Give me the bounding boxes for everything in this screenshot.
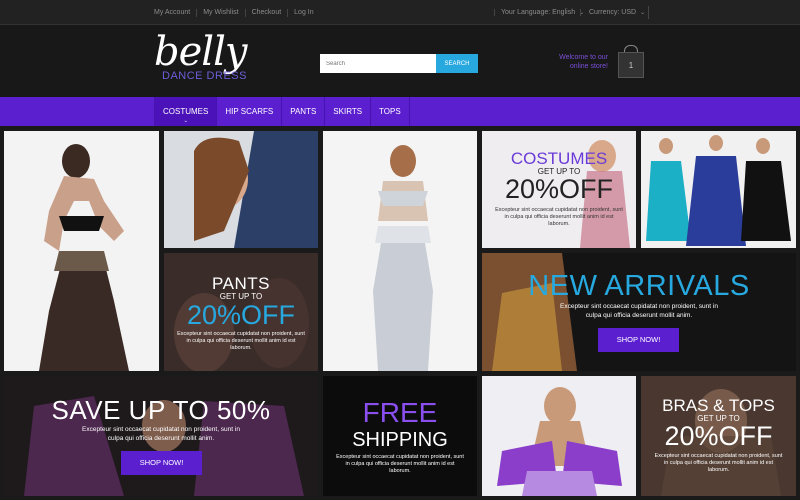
fringe-dresses-image <box>641 131 796 248</box>
banner-scarf-woman[interactable] <box>164 131 318 248</box>
scarf-woman-image <box>164 131 318 248</box>
bras-tops-discount: 20%OFF <box>664 421 773 451</box>
banner-purple-outfit[interactable] <box>482 376 636 496</box>
banner-dancer-white[interactable] <box>323 131 477 371</box>
nav-item-label: COSTUMES <box>163 107 209 116</box>
my-account-link[interactable]: My Account <box>154 9 198 17</box>
free-title: FREE <box>362 397 438 428</box>
pants-discount: 20%OFF <box>186 300 296 330</box>
currency-label: Currency: USD <box>589 9 637 16</box>
costumes-discount: 20%OFF <box>504 174 614 204</box>
my-wishlist-link[interactable]: My Wishlist <box>197 9 246 17</box>
banner-costumes[interactable]: COSTUMES GET UP TO 20%OFF Excepteur sint… <box>482 131 636 248</box>
nav-item-label: TOPS <box>379 107 401 116</box>
banner-pants[interactable]: PANTS GET UP TO 20%OFF Excepteur sint oc… <box>164 253 318 371</box>
logo-subtitle: DANCE DRESS <box>162 70 247 82</box>
account-links: My Account My Wishlist Checkout Log In <box>154 9 320 17</box>
nav-item-tops[interactable]: TOPS <box>370 97 410 126</box>
shipping-title: SHIPPING <box>352 429 448 451</box>
banner-fringe-dresses[interactable] <box>641 131 796 248</box>
banner-bras-tops[interactable]: BRAS & TOPS GET UP TO 20%OFF Excepteur s… <box>641 376 796 496</box>
logo[interactable]: belly DANCE DRESS <box>154 32 264 82</box>
free-shipping-text: Excepteur sint occaecat cupidatat non pr… <box>336 454 464 474</box>
banner-new-arrivals[interactable]: NEW ARRIVALS Excepteur sint occaecat cup… <box>482 253 796 371</box>
nav-item-label: SKIRTS <box>333 107 363 116</box>
logo-script: belly <box>154 29 247 75</box>
nav-item-label: HIP SCARFS <box>225 107 274 116</box>
save-title: SAVE UP TO 50% <box>51 395 271 425</box>
costumes-text: Excepteur sint occaecat cupidatat non pr… <box>495 207 623 227</box>
currency-select[interactable]: Currency: USD ⌄ <box>580 9 645 16</box>
nav-item-pants[interactable]: PANTS <box>281 97 324 126</box>
search-input[interactable] <box>320 54 436 73</box>
bras-tops-title: BRAS & TOPS <box>662 396 775 415</box>
search-button[interactable]: SEARCH <box>436 54 478 73</box>
log-in-link[interactable]: Log In <box>288 9 319 17</box>
banner-dancer-black[interactable] <box>4 131 159 371</box>
nav-item-hip-scarfs[interactable]: HIP SCARFS <box>216 97 281 126</box>
costumes-title: COSTUMES <box>510 149 608 168</box>
checkout-link[interactable]: Checkout <box>246 9 289 17</box>
purple-outfit-image <box>482 376 636 496</box>
search-form: SEARCH <box>320 54 478 73</box>
save-shop-button[interactable]: SHOP NOW! <box>121 451 202 475</box>
new-arrivals-text: Excepteur sint occaecat cupidatat non pr… <box>560 303 718 319</box>
main-nav: COSTUMES ⌄ HIP SCARFS PANTS SKIRTS TOPS <box>0 97 800 126</box>
chevron-down-icon: ⌄ <box>640 10 646 16</box>
chevron-down-icon: ⌄ <box>183 118 188 124</box>
pants-text: Excepteur sint occaecat cupidatat non pr… <box>177 331 305 351</box>
nav-item-skirts[interactable]: SKIRTS <box>324 97 370 126</box>
save-text: Excepteur sint occaecat cupidatat non pr… <box>82 426 240 442</box>
dancer-white-image <box>323 131 477 371</box>
top-bar: My Account My Wishlist Checkout Log In Y… <box>0 0 800 25</box>
divider <box>648 6 649 19</box>
welcome-message: Welcome to our online store! <box>559 54 608 70</box>
language-label: Your Language: English <box>501 9 576 16</box>
language-select[interactable]: Your Language: English ⌄ <box>494 9 584 16</box>
banner-free-shipping[interactable]: FREE SHIPPING Excepteur sint occaecat cu… <box>323 376 477 496</box>
nav-item-label: PANTS <box>290 107 317 116</box>
bras-tops-text: Excepteur sint occaecat cupidatat non pr… <box>654 453 783 473</box>
banner-save[interactable]: SAVE UP TO 50% Excepteur sint occaecat c… <box>4 376 318 496</box>
dancer-image <box>4 131 159 371</box>
cart-count: 1 <box>628 61 634 70</box>
nav-item-costumes[interactable]: COSTUMES ⌄ <box>154 97 217 126</box>
pants-title: PANTS <box>212 274 270 293</box>
new-arrivals-title: NEW ARRIVALS <box>528 270 750 302</box>
new-arrivals-shop-button[interactable]: SHOP NOW! <box>598 328 679 352</box>
cart-button[interactable]: 1 <box>616 45 646 79</box>
